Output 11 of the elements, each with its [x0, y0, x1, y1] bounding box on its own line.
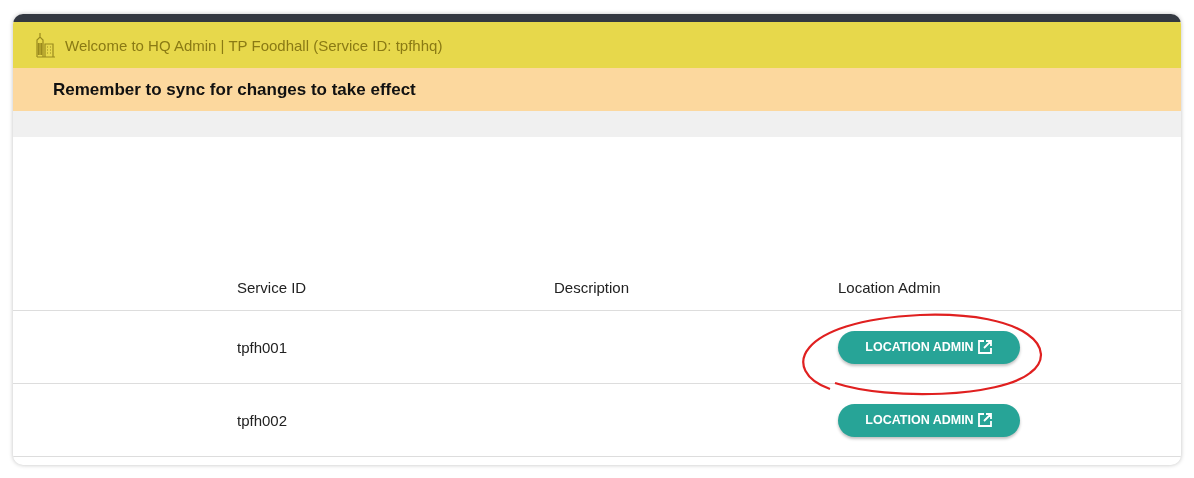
header-title: Welcome to HQ Admin | TP Foodhall (Service ID: tpfhhq) — [65, 36, 443, 54]
location-admin-button[interactable]: LOCATION ADMIN — [838, 403, 1020, 437]
column-header: Description — [554, 279, 631, 296]
location-admin-button[interactable]: LOCATION ADMIN — [838, 330, 1020, 364]
notice-text: Remember to sync for changes to take effect — [53, 79, 416, 100]
column-header: Service ID — [237, 279, 308, 296]
external-link-icon — [976, 412, 993, 428]
table-cell-text: tpfh001 — [237, 338, 289, 356]
table-cell-text: tpfh002 — [237, 411, 289, 429]
external-link-icon — [976, 339, 993, 355]
column-header: Location Admin — [838, 279, 942, 296]
